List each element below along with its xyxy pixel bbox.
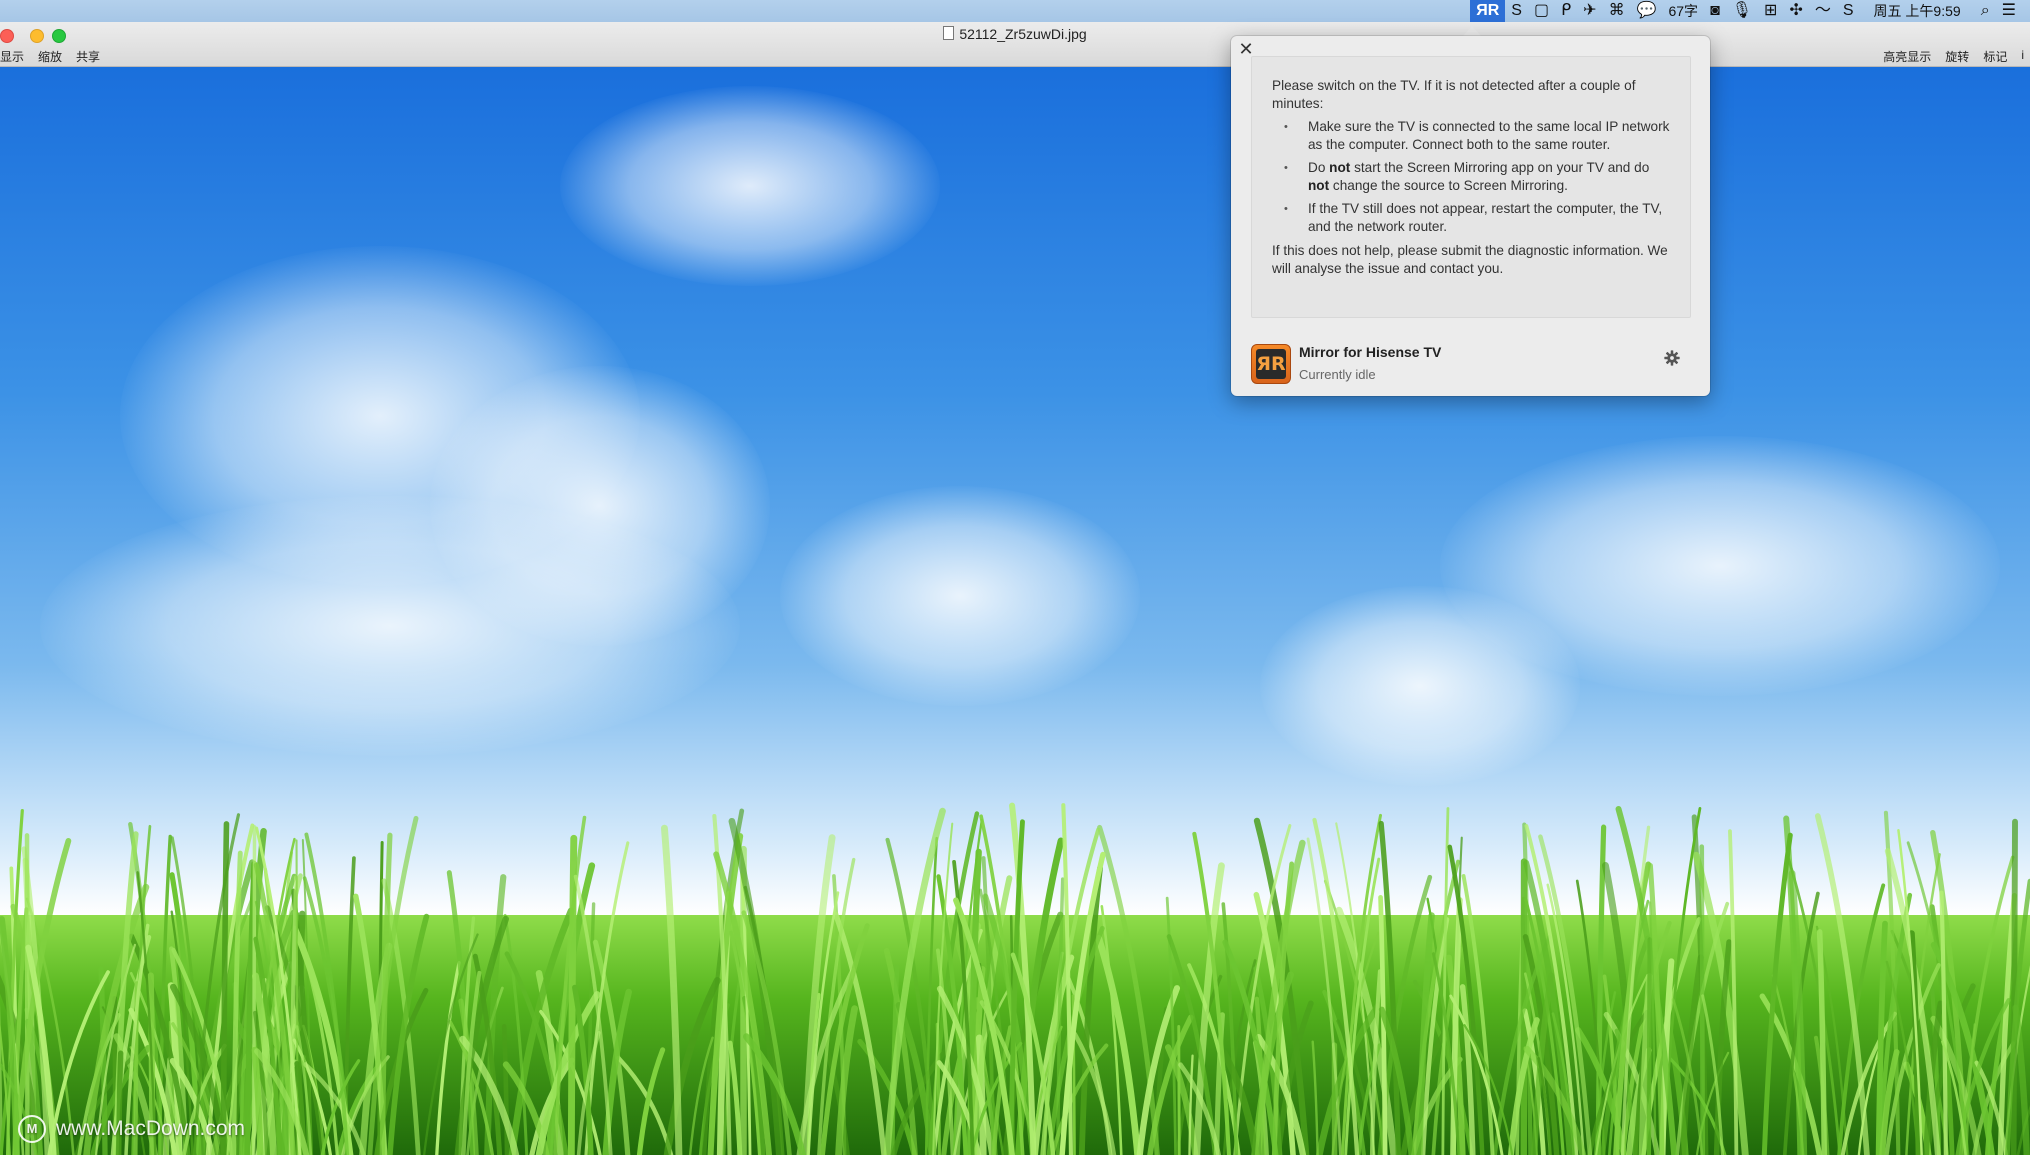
mirror-app-icon[interactable]: ЯR (1470, 0, 1506, 22)
sync-app-icon[interactable]: S (1837, 0, 1860, 22)
preview-window-titlebar: 52112_Zr5zuwDi.jpg 显示 缩放 共享 高亮显示 旋转 标记 i (0, 22, 2030, 67)
notification-center-icon[interactable]: ☰ (1996, 0, 2030, 22)
grass-blade (1646, 937, 1653, 1155)
s-app-icon[interactable]: S (1505, 0, 1528, 22)
toolbar-highlight-button[interactable]: 高亮显示 (1883, 48, 1931, 65)
square-app-icon[interactable]: ▢ (1528, 0, 1555, 22)
gear-icon[interactable] (1663, 349, 1681, 367)
window-title: 52112_Zr5zuwDi.jpg (0, 26, 2030, 42)
cloud (40, 496, 740, 756)
help-list: Make sure the TV is connected to the sam… (1272, 118, 1670, 236)
list-item: If the TV still does not appear, restart… (1284, 200, 1670, 236)
desktop-wallpaper: M www.MacDown.com (0, 66, 2030, 1155)
toolbar-right: 高亮显示 旋转 标记 i (1883, 48, 2024, 65)
app-name: Mirror for Hisense TV (1299, 344, 1442, 360)
paper-plane-icon[interactable]: ✈ (1577, 0, 1602, 22)
app-status: Currently idle (1299, 367, 1376, 382)
macdown-logo-icon: M (18, 1115, 46, 1143)
cloud (780, 486, 1140, 706)
toolbar-share-button[interactable]: 共享 (76, 48, 100, 65)
grass-blade (252, 825, 257, 1155)
word-count-item[interactable]: 67字 (1662, 0, 1704, 22)
microphone-icon[interactable]: 🎙 (1726, 0, 1758, 22)
wifi-icon[interactable]: 〜 (1809, 0, 1837, 22)
grass-blade (220, 821, 230, 1155)
list-item: Make sure the TV is connected to the sam… (1284, 118, 1670, 154)
toolbar-markup-button[interactable]: 标记 (1983, 48, 2007, 65)
grid-app-icon[interactable]: ⌘ (1603, 0, 1631, 22)
help-outro: If this does not help, please submit the… (1272, 243, 1668, 276)
grass-blade (2010, 818, 2018, 1155)
mirror-popover: ✕ Please switch on the TV. If it is not … (1231, 36, 1710, 396)
document-icon (943, 26, 955, 40)
cloud (1260, 586, 1580, 786)
camera-app-icon[interactable]: ◙ (1704, 0, 1726, 22)
watermark: M www.MacDown.com (18, 1115, 245, 1143)
spotlight-search-icon[interactable]: ⌕ (1975, 0, 1996, 22)
toolbar-rotate-button[interactable]: 旋转 (1945, 48, 1969, 65)
toolbar-left: 显示 缩放 共享 (0, 48, 100, 65)
menu-clock[interactable]: 周五 上午9:59 (1860, 0, 1975, 22)
help-message: Please switch on the TV. If it is not de… (1251, 56, 1691, 318)
grass-blade (567, 834, 578, 1155)
help-intro: Please switch on the TV. If it is not de… (1272, 78, 1636, 111)
toolbar-zoom-button[interactable]: 缩放 (38, 48, 62, 65)
grass-blade (501, 1024, 510, 1155)
watermark-text: www.MacDown.com (56, 1117, 246, 1140)
toolbar-view-button[interactable]: 显示 (0, 48, 24, 65)
list-item: Do not start the Screen Mirroring app on… (1284, 159, 1670, 195)
grass-field (0, 802, 2030, 1155)
toolbar-inspector-button[interactable]: i (2021, 48, 2024, 65)
menu-bar: ЯR S ▢ ᑭ ✈ ⌘ 💬 67字 ◙ 🎙 ⊞ ✣ 〜 S 周五 上午9:59… (0, 0, 2030, 22)
move-icon[interactable]: ✣ (1783, 0, 1808, 22)
p-app-icon[interactable]: ᑭ (1555, 0, 1577, 22)
app-footer: ЯR Mirror for Hisense TV Currently idle (1251, 344, 1691, 388)
table-app-icon[interactable]: ⊞ (1758, 0, 1783, 22)
cloud (560, 86, 940, 286)
chat-icon[interactable]: 💬 (1631, 0, 1663, 22)
mirror-app-icon: ЯR (1251, 344, 1291, 384)
